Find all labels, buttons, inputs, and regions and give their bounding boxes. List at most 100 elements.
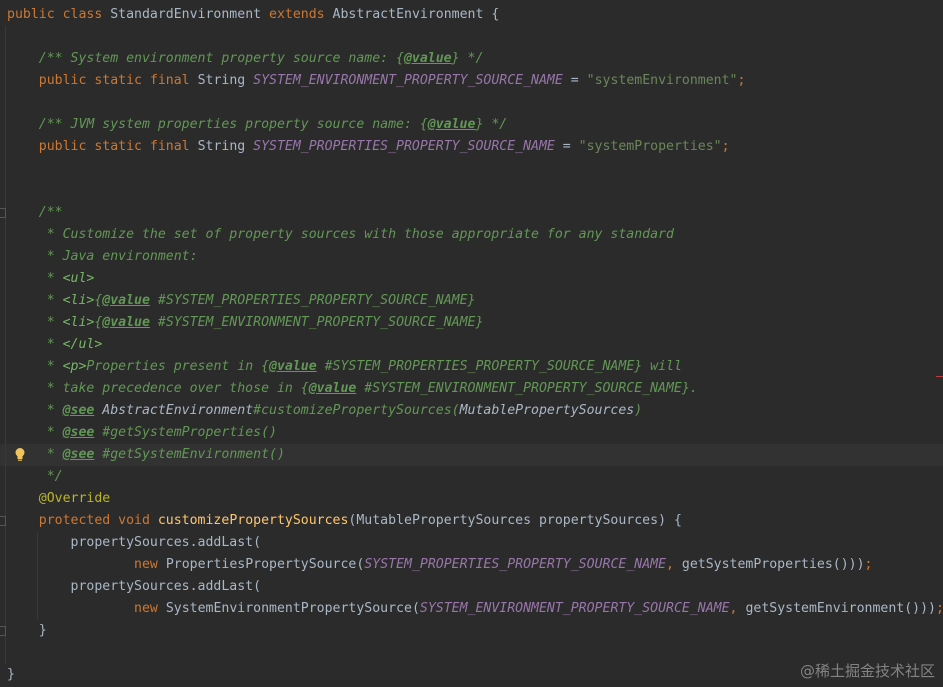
code-line[interactable] — [0, 26, 943, 48]
code-token: extends — [269, 7, 333, 22]
code-line[interactable]: @Override — [0, 488, 943, 510]
indent-guide — [5, 136, 6, 158]
indent-guide — [5, 114, 6, 136]
indent-guide — [5, 70, 6, 92]
code-token: /** — [7, 205, 63, 220]
indent-guide — [5, 92, 6, 114]
code-line[interactable]: * take precedence over those in {@value … — [0, 376, 943, 400]
indent-guide — [37, 532, 38, 554]
code-line[interactable] — [0, 180, 943, 202]
indent-guide — [5, 48, 6, 70]
indent-guide — [5, 246, 6, 268]
code-token: ; — [737, 73, 746, 88]
code-area[interactable]: public class StandardEnvironment extends… — [0, 4, 943, 686]
code-line[interactable]: public static final String SYSTEM_ENVIRO… — [0, 70, 943, 92]
code-line[interactable]: public static final String SYSTEM_PROPER… — [0, 136, 943, 158]
code-line[interactable]: propertySources.addLast( — [0, 532, 943, 554]
code-line[interactable]: /** JVM system properties property sourc… — [0, 114, 943, 136]
indent-guide — [5, 290, 6, 312]
code-line[interactable]: * @see AbstractEnvironment#customizeProp… — [0, 400, 943, 422]
code-token: } */ — [451, 51, 484, 66]
code-token: public static final — [7, 73, 198, 88]
code-line[interactable]: protected void customizePropertySources(… — [0, 510, 943, 532]
code-token: propertySources.addLast( — [7, 579, 262, 594]
code-line[interactable]: */ — [0, 466, 943, 488]
indent-guide — [5, 444, 6, 466]
code-token: SYSTEM_PROPERTIES_PROPERTY_SOURCE_NAME — [253, 139, 555, 154]
code-token: #SYSTEM_ENVIRONMENT_PROPERTY_SOURCE_NAME… — [149, 315, 484, 330]
code-token: * — [7, 337, 63, 352]
code-token: </ul> — [62, 337, 103, 352]
code-token: #getSystemEnvironment() — [94, 447, 285, 462]
code-line[interactable]: * <p>Properties present in {@value #SYST… — [0, 356, 943, 378]
code-line[interactable]: /** — [0, 202, 943, 224]
code-token: protected void — [7, 513, 158, 528]
code-token: SYSTEM_PROPERTIES_PROPERTY_SOURCE_NAME — [364, 557, 667, 572]
indent-guide — [5, 268, 6, 290]
code-token: @see — [62, 447, 95, 462]
code-token: * — [7, 403, 63, 418]
code-line[interactable]: * <li>{@value #SYSTEM_ENVIRONMENT_PROPER… — [0, 312, 943, 334]
code-editor[interactable]: public class StandardEnvironment extends… — [0, 0, 943, 687]
lightbulb-icon[interactable] — [14, 447, 26, 462]
code-line[interactable]: new PropertiesPropertySource(SYSTEM_PROP… — [0, 554, 943, 576]
indent-guide — [5, 576, 6, 598]
code-token: * — [7, 359, 63, 374]
code-token: * — [7, 425, 63, 440]
indent-guide — [37, 554, 38, 576]
indent-guide — [5, 488, 6, 510]
code-token: MutablePropertySources — [459, 403, 635, 418]
code-line[interactable]: * Java environment: — [0, 246, 943, 268]
code-token: @see — [62, 403, 95, 418]
fold-marker-icon[interactable] — [0, 208, 6, 218]
code-token: getSystemProperties())) — [681, 557, 865, 572]
code-token: = — [554, 139, 579, 154]
code-token: SYSTEM_ENVIRONMENT_PROPERTY_SOURCE_NAME — [253, 73, 563, 88]
code-line[interactable]: public class StandardEnvironment extends… — [0, 4, 943, 26]
code-token: @value — [102, 293, 150, 308]
code-line[interactable]: } — [0, 620, 943, 642]
code-token: #SYSTEM_PROPERTIES_PROPERTY_SOURCE_NAME}… — [316, 359, 682, 374]
code-token: SystemEnvironmentPropertySource( — [165, 601, 420, 616]
indent-guide — [5, 312, 6, 334]
code-token: } */ — [475, 117, 508, 132]
fold-marker-icon[interactable] — [0, 516, 6, 526]
fold-marker-icon[interactable] — [0, 626, 6, 636]
code-token: * — [7, 271, 63, 286]
code-token: SYSTEM_ENVIRONMENT_PROPERTY_SOURCE_NAME — [419, 601, 730, 616]
code-token: <li> — [62, 315, 95, 330]
code-token: new — [134, 557, 166, 572]
code-token: #getSystemProperties() — [94, 425, 277, 440]
code-line[interactable]: * </ul> — [0, 334, 943, 356]
indent-guide — [37, 576, 38, 598]
code-token: @Override — [7, 491, 111, 506]
code-line[interactable]: /** System environment property source n… — [0, 48, 943, 70]
indent-guide — [5, 642, 6, 664]
code-token: @value — [427, 117, 476, 132]
error-stripe-mark[interactable] — [936, 376, 943, 377]
code-token: <li> — [62, 293, 95, 308]
code-token: propertySources.addLast( — [7, 535, 262, 550]
indent-guide — [5, 224, 6, 246]
code-token: @see — [62, 425, 95, 440]
code-token: PropertiesPropertySource( — [165, 557, 365, 572]
code-line[interactable]: * <li>{@value #SYSTEM_PROPERTIES_PROPERT… — [0, 290, 943, 312]
code-line[interactable]: new SystemEnvironmentPropertySource(SYST… — [0, 598, 943, 620]
indent-guide — [5, 334, 6, 356]
code-line[interactable]: * @see #getSystemProperties() — [0, 422, 943, 444]
code-line[interactable]: * <ul> — [0, 268, 943, 290]
code-token: @value — [102, 315, 150, 330]
code-token: public static final — [7, 139, 198, 154]
code-line[interactable]: * @see #getSystemEnvironment() — [0, 444, 943, 466]
code-line[interactable] — [0, 92, 943, 114]
code-token: #customizePropertySources( — [253, 403, 460, 418]
code-line[interactable] — [0, 158, 943, 180]
indent-guide — [37, 598, 38, 620]
code-line[interactable]: propertySources.addLast( — [0, 576, 943, 598]
indent-guide — [5, 158, 6, 180]
code-token: * — [7, 315, 63, 330]
code-token: <p> — [62, 359, 87, 374]
code-token: , — [729, 601, 746, 616]
code-line[interactable]: * Customize the set of property sources … — [0, 224, 943, 246]
